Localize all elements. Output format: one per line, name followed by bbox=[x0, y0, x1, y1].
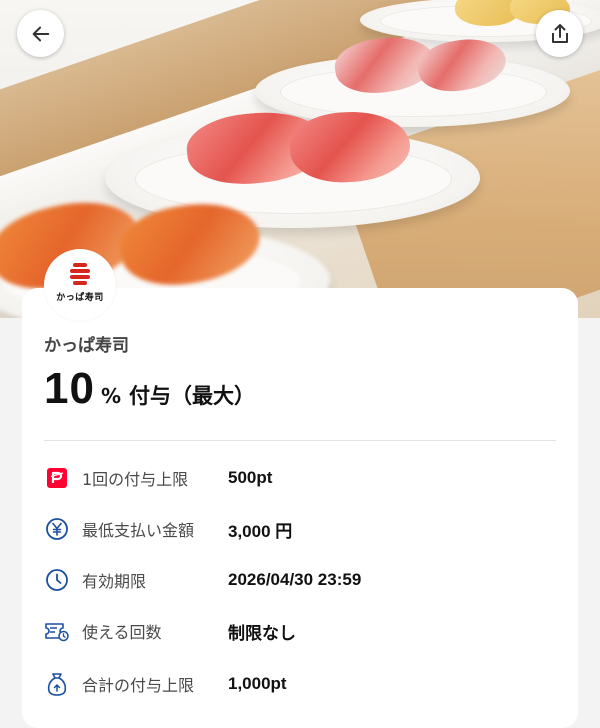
reward-rate-number: 10 bbox=[44, 364, 95, 413]
kappa-sushi-logo-icon bbox=[70, 263, 90, 285]
detail-label: 最低支払い金額 bbox=[82, 521, 195, 540]
reward-rate-text: 付与（最大） bbox=[129, 384, 255, 408]
detail-value: 3,000 円 bbox=[228, 521, 293, 541]
store-logo: かっぱ寿司 bbox=[44, 249, 116, 321]
store-name: かっぱ寿司 bbox=[44, 336, 129, 356]
logo-text: かっぱ寿司 bbox=[56, 293, 104, 303]
ticket-icon bbox=[44, 618, 70, 644]
reward-rate: 10 % 付与（最大） bbox=[44, 364, 255, 414]
arrow-left-icon bbox=[32, 26, 49, 41]
detail-row-total-limit: 合計の付与上限 1,000pt bbox=[44, 668, 287, 700]
detail-value: 500pt bbox=[228, 468, 273, 487]
back-button[interactable] bbox=[17, 10, 64, 57]
share-button[interactable] bbox=[536, 10, 583, 57]
share-icon bbox=[551, 23, 568, 43]
detail-label: 1回の付与上限 bbox=[82, 470, 189, 489]
paypay-icon bbox=[44, 465, 70, 491]
detail-value: 1,000pt bbox=[228, 674, 287, 693]
detail-value: 制限なし bbox=[228, 623, 296, 643]
detail-row-min-payment: 最低支払い金額 3,000 円 bbox=[44, 513, 292, 545]
detail-value: 2026/04/30 23:59 bbox=[228, 570, 362, 589]
reward-rate-unit: % bbox=[100, 384, 121, 408]
detail-label: 合計の付与上限 bbox=[82, 676, 195, 695]
money-bag-icon bbox=[44, 671, 70, 697]
divider bbox=[44, 440, 556, 441]
detail-label: 有効期限 bbox=[82, 572, 147, 591]
detail-row-grant-limit: 1回の付与上限 500pt bbox=[44, 462, 272, 494]
detail-label: 使える回数 bbox=[82, 623, 162, 642]
detail-row-usage-count: 使える回数 制限なし bbox=[44, 615, 296, 647]
yen-circle-icon bbox=[44, 516, 70, 542]
detail-row-expiry: 有効期限 2026/04/30 23:59 bbox=[44, 564, 361, 596]
clock-icon bbox=[44, 567, 70, 593]
